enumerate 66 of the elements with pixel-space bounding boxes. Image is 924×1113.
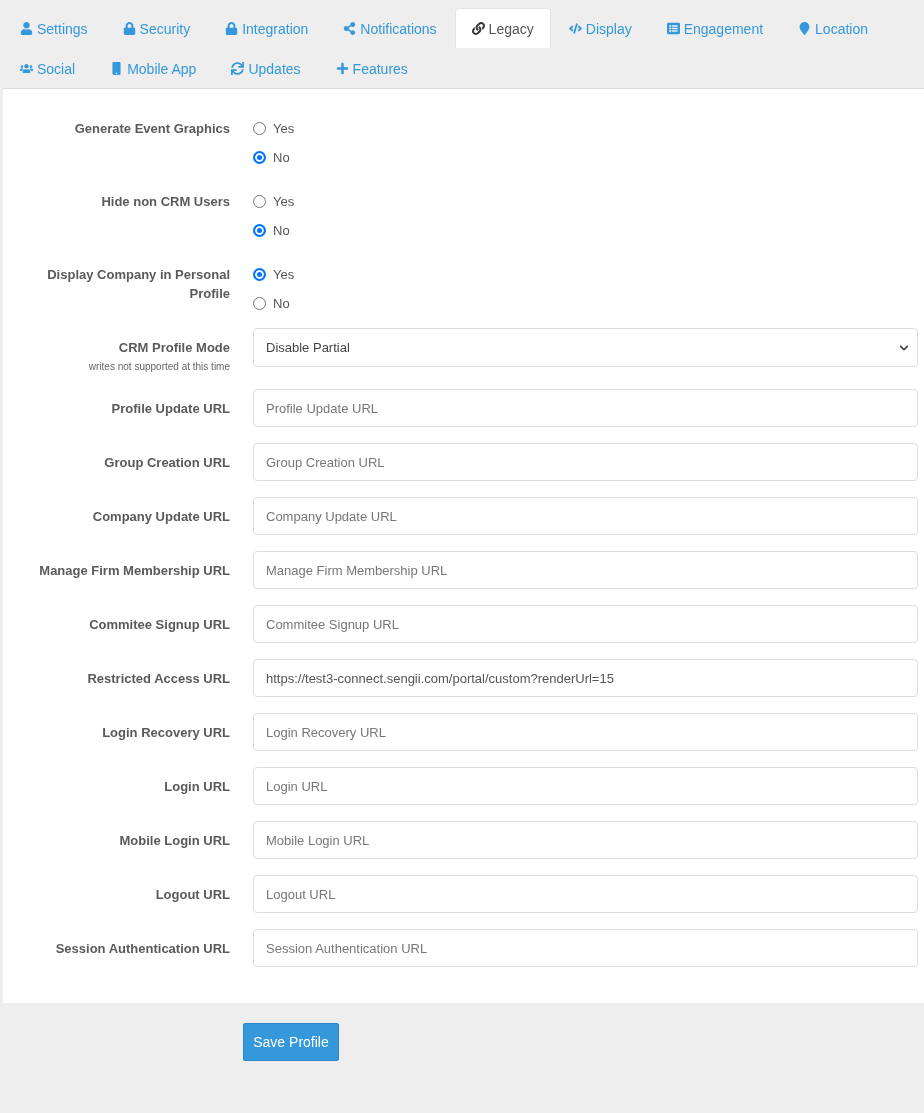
plus-icon [335,62,349,75]
text-input[interactable]: Mobile Login URL [253,821,918,859]
field-label: Generate Event Graphics [74,120,230,138]
field-label: Restricted Access URL [87,670,230,688]
tab[interactable]: Legacy [454,8,551,48]
tab[interactable]: Location [781,8,885,48]
text-input[interactable]: Company Update URL [253,497,918,535]
lock-icon [122,22,136,35]
mobile-phone-icon [110,62,124,75]
tab[interactable]: Updates [214,48,318,88]
option-label: No [273,295,290,312]
text-input[interactable]: Group Creation URL [253,443,918,481]
field-label: Login URL [164,778,230,796]
option-label: No [273,222,290,239]
field-label: Manage Firm Membership URL [39,562,230,580]
field-label: Commitee Signup URL [89,616,230,634]
radio-button[interactable] [253,297,266,310]
field-label: Logout URL [155,886,230,904]
field-label: Session Authentication URL [55,940,230,958]
tab[interactable]: Integration [208,8,326,48]
text-input[interactable]: Login URL [253,767,918,805]
field-label: Login Recovery URL [102,724,230,742]
radio-button[interactable] [253,151,266,164]
lock-icon [225,22,239,35]
option-label: No [273,149,290,166]
tab[interactable]: Features [318,48,425,88]
text-input[interactable]: Logout URL [253,875,918,913]
text-input[interactable]: Session Authentication URL [253,929,918,967]
tab[interactable]: Settings [3,8,105,48]
link-icon [471,22,485,35]
list-icon [666,22,680,35]
radio-button[interactable] [253,122,266,135]
refresh-icon [231,62,245,75]
code-icon [568,22,582,35]
save-button[interactable]: Save Profile [243,1023,339,1061]
share-icon [343,22,357,35]
radio-button[interactable] [253,224,266,237]
field-label: Mobile Login URL [119,832,230,850]
map-pin-icon [798,22,812,35]
field-label: Company Update URL [92,508,230,526]
radio-button[interactable] [253,268,266,281]
chevron-down-icon [899,342,909,353]
tab[interactable]: Display [551,8,649,48]
user-icon [20,22,33,35]
field-note: writes not supported at this time [88,361,230,373]
tab[interactable]: Notifications [326,8,454,48]
field-label: Display Company in Personal Profile [46,266,230,303]
field-label: Hide non CRM Users [101,193,230,211]
text-input[interactable]: https://test3-connect.sengii.com/portal/custom?renderUrl=15 [253,659,918,697]
users-icon [20,62,33,75]
option-label: Yes [273,120,295,137]
text-input[interactable]: Profile Update URL [253,389,918,427]
text-input[interactable]: Login Recovery URL [253,713,918,751]
text-input[interactable]: Commitee Signup URL [253,605,918,643]
option-label: Yes [273,266,295,283]
tab[interactable]: Mobile App [93,48,214,88]
radio-button[interactable] [253,195,266,208]
tab[interactable]: Social [3,48,93,88]
text-input[interactable]: Manage Firm Membership URL [253,551,918,589]
tab[interactable]: Engagement [649,8,781,48]
field-label: CRM Profile Mode [118,339,230,357]
tab[interactable]: Security [105,8,208,48]
select-field[interactable]: Disable Partial [253,328,918,367]
field-label: Profile Update URL [111,400,230,418]
option-label: Yes [273,193,295,210]
field-label: Group Creation URL [104,454,230,472]
